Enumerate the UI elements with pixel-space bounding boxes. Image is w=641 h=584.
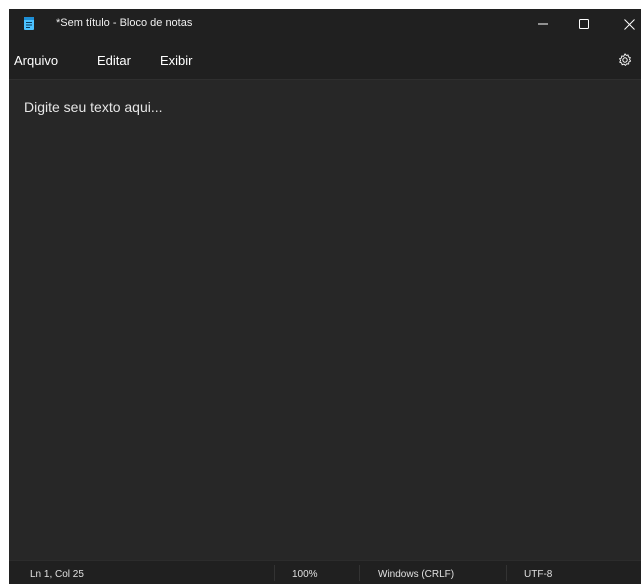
- text-editor[interactable]: Digite seu texto aqui...: [9, 79, 641, 560]
- notepad-icon: [24, 17, 34, 30]
- maximize-button[interactable]: [562, 9, 606, 39]
- editor-content[interactable]: Digite seu texto aqui...: [24, 99, 163, 115]
- status-divider: [506, 565, 507, 581]
- menu-bar: Arquivo Editar Exibir: [9, 45, 641, 77]
- close-button[interactable]: [607, 9, 641, 39]
- cursor-position: Ln 1, Col 25: [30, 569, 84, 580]
- close-icon: [623, 18, 635, 30]
- menu-arquivo[interactable]: Arquivo: [14, 53, 58, 68]
- encoding[interactable]: UTF-8: [524, 569, 552, 580]
- menu-exibir[interactable]: Exibir: [160, 53, 193, 68]
- maximize-icon: [579, 19, 589, 29]
- minimize-button[interactable]: [521, 9, 565, 39]
- zoom-level[interactable]: 100%: [292, 569, 318, 580]
- status-divider: [359, 565, 360, 581]
- minimize-icon: [538, 23, 548, 25]
- title-bar[interactable]: *Sem título - Bloco de notas: [9, 9, 641, 39]
- status-bar: Ln 1, Col 25 100% Windows (CRLF) UTF-8: [9, 560, 641, 584]
- gear-icon[interactable]: [618, 53, 632, 67]
- menu-editar[interactable]: Editar: [97, 53, 131, 68]
- notepad-window: *Sem título - Bloco de notas Arquivo Edi…: [9, 9, 641, 584]
- status-divider: [274, 565, 275, 581]
- line-ending[interactable]: Windows (CRLF): [378, 569, 454, 580]
- window-title: *Sem título - Bloco de notas: [56, 17, 193, 29]
